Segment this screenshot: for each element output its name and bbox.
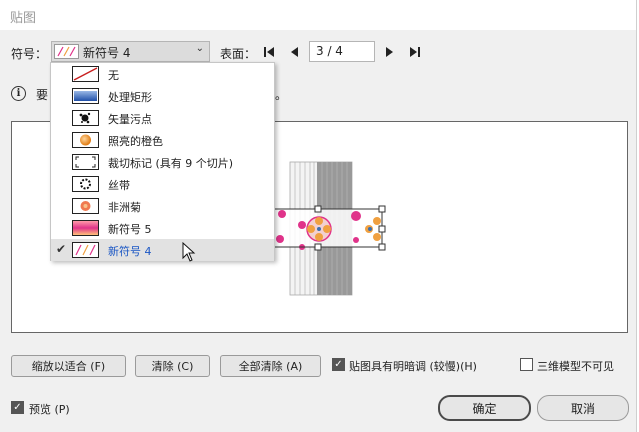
info-text: 要: [36, 88, 49, 102]
dropdown-item-label: 非洲菊: [108, 201, 141, 214]
next-page-icon: [386, 47, 393, 57]
chevron-down-icon: ⌄: [195, 43, 204, 54]
ink-splat-icon: [72, 110, 99, 126]
ok-button[interactable]: 确定: [438, 395, 531, 421]
prev-page-icon: [291, 47, 298, 57]
dropdown-item-label: 裁切标记 (具有 9 个切片): [108, 157, 234, 170]
first-page-icon: [264, 47, 274, 57]
invisible-checkbox[interactable]: [520, 358, 533, 371]
pattern-icon: [72, 242, 99, 258]
dropdown-item-gerbera[interactable]: 非洲菊: [51, 195, 274, 217]
info-text-tail: 。: [275, 88, 288, 102]
symbol-dropdown[interactable]: 无 处理矩形 矢量污点 照亮的橙色 裁切标记 (具有 9 个切片) 丝带 非洲菊…: [50, 62, 275, 261]
shade-checkbox[interactable]: ✓: [332, 358, 345, 371]
checkmark-icon: ✔: [56, 242, 67, 256]
dropdown-item-symbol5[interactable]: 新符号 5: [51, 217, 274, 239]
cancel-button[interactable]: 取消: [537, 395, 629, 421]
dropdown-item-label: 矢量污点: [108, 113, 152, 126]
mapped-pattern: [273, 208, 383, 250]
blue-gradient-rect-icon: [72, 88, 99, 104]
title-bar: 贴图: [0, 0, 639, 30]
info-icon: i: [11, 86, 26, 101]
symbol-select[interactable]: 新符号 4 ⌄: [51, 41, 210, 62]
dropdown-item-label: 照亮的橙色: [108, 135, 163, 148]
preview-label: 预览 (P): [29, 403, 70, 416]
pattern-icon: [54, 44, 79, 59]
last-page-button[interactable]: [407, 43, 423, 61]
gerbera-icon: [72, 198, 99, 214]
clear-button[interactable]: 清除 (C): [135, 355, 210, 377]
dropdown-item-symbol4[interactable]: ✔ 新符号 4: [51, 239, 274, 261]
prev-page-button[interactable]: [287, 43, 303, 61]
dropdown-item-label: 新符号 5: [108, 223, 152, 236]
dropdown-item-orange[interactable]: 照亮的橙色: [51, 129, 274, 151]
dropdown-item-label: 无: [108, 69, 119, 82]
dropdown-item-none[interactable]: 无: [51, 63, 274, 85]
dropdown-item-label: 处理矩形: [108, 91, 152, 104]
dropdown-item-crop[interactable]: 裁切标记 (具有 9 个切片): [51, 151, 274, 173]
none-slash-icon: [72, 66, 99, 82]
dropdown-item-splat[interactable]: 矢量污点: [51, 107, 274, 129]
ribbon-icon: [72, 176, 99, 192]
page-field[interactable]: 3 / 4: [309, 41, 375, 62]
first-page-button[interactable]: [261, 43, 277, 61]
pink-gradient-icon: [72, 220, 99, 236]
next-page-button[interactable]: [381, 43, 397, 61]
dropdown-item-label: 新符号 4: [108, 245, 152, 258]
shade-label: 贴图具有明暗调 (较慢)(H): [349, 360, 477, 373]
dropdown-item-label: 丝带: [108, 179, 130, 192]
symbol-label: 符号：: [11, 47, 48, 61]
fit-button[interactable]: 缩放以适合 (F): [11, 355, 126, 377]
surface-label: 表面：: [220, 47, 257, 61]
window-title: 贴图: [10, 11, 37, 26]
invisible-label: 三维模型不可见: [537, 360, 614, 373]
dropdown-item-ribbon[interactable]: 丝带: [51, 173, 274, 195]
clear-all-button[interactable]: 全部清除 (A): [220, 355, 321, 377]
symbol-value: 新符号 4: [83, 46, 131, 60]
last-page-icon: [410, 47, 420, 57]
dropdown-item-rect[interactable]: 处理矩形: [51, 85, 274, 107]
preview-checkbox[interactable]: ✓: [11, 401, 24, 414]
crop-marks-icon: [72, 154, 99, 170]
mouse-cursor-icon: [182, 241, 196, 265]
orange-sphere-icon: [72, 132, 99, 148]
